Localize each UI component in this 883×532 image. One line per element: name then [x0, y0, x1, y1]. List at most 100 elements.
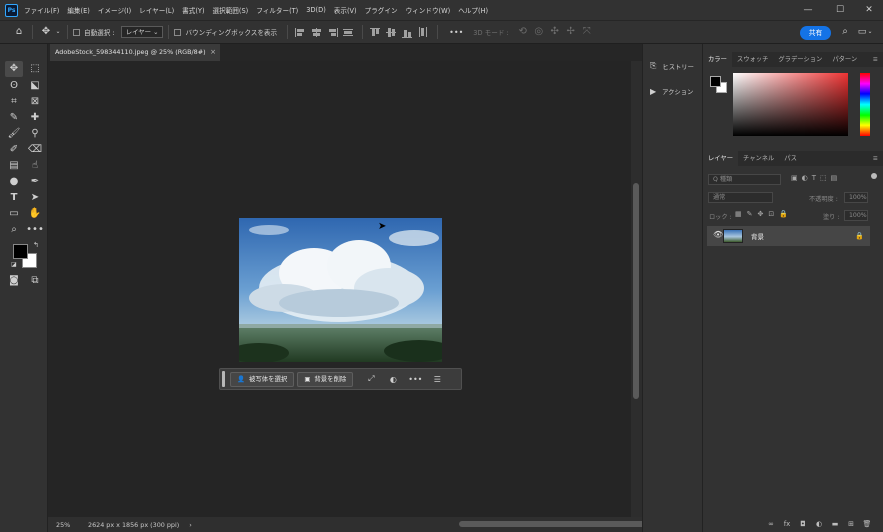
tab-swatches[interactable]: スウォッチ	[732, 52, 773, 67]
stamp-tool-icon[interactable]: ⚲	[26, 126, 44, 142]
home-icon[interactable]: ⌂	[11, 24, 27, 40]
new-layer-icon[interactable]: ⊞	[843, 520, 859, 528]
visibility-eye-icon[interactable]: 👁	[713, 230, 723, 239]
link-layers-icon[interactable]: ∞	[763, 520, 779, 528]
layer-style-icon[interactable]: fx	[779, 520, 795, 528]
type-tool-icon[interactable]: T	[5, 190, 23, 206]
swap-colors-icon[interactable]: ↰	[33, 241, 39, 249]
tab-layers[interactable]: レイヤー	[703, 151, 738, 166]
align-center-h-icon[interactable]	[309, 25, 323, 39]
color-field[interactable]	[733, 73, 848, 136]
align-right-icon[interactable]	[325, 25, 339, 39]
object-selection-icon[interactable]: ⬕	[26, 78, 44, 94]
menu-view[interactable]: 表示(V)	[334, 5, 357, 15]
adjustment-layer-icon[interactable]: ◐	[811, 520, 827, 528]
more-tools-icon[interactable]: •••	[26, 222, 44, 238]
tab-gradients[interactable]: グラデーション	[773, 52, 827, 67]
pen-tool-icon[interactable]: ✒	[26, 174, 44, 190]
marquee-tool-icon[interactable]: ⬚	[26, 61, 44, 77]
filter-toggle[interactable]	[871, 173, 877, 179]
frame-tool-icon[interactable]: ⊠	[26, 94, 44, 110]
chevron-down-icon[interactable]: ⌄	[54, 24, 62, 40]
zoom-level[interactable]: 25%	[56, 521, 88, 529]
3d-rotate-icon[interactable]: ⟲	[515, 24, 531, 40]
3d-scale-icon[interactable]: ⤧	[579, 24, 595, 40]
menu-layer[interactable]: レイヤー(L)	[139, 5, 174, 15]
menu-help[interactable]: ヘルプ(H)	[458, 5, 488, 15]
move-tool-icon[interactable]: ✥	[5, 61, 23, 77]
minimize-button[interactable]: —	[794, 0, 822, 20]
zoom-tool-icon[interactable]: ⌕	[5, 222, 23, 238]
path-selection-icon[interactable]: ➤	[26, 190, 44, 206]
hue-slider[interactable]	[860, 73, 870, 136]
move-tool-icon[interactable]: ✥	[38, 24, 54, 40]
lasso-tool-icon[interactable]: ʘ	[5, 78, 23, 94]
search-icon[interactable]: ⌕	[837, 24, 853, 40]
blend-mode-select[interactable]: 通常	[708, 192, 773, 203]
transform-icon[interactable]: ⤢	[363, 374, 379, 384]
layer-kind-filter[interactable]: Q 種類	[708, 174, 781, 185]
quick-mask-icon[interactable]: ◙	[5, 273, 23, 289]
select-subject-button[interactable]: 👤 被写体を選択	[230, 371, 295, 387]
actions-panel-button[interactable]: ▶ アクション	[643, 79, 703, 103]
distribute-icon[interactable]	[341, 25, 355, 39]
remove-background-button[interactable]: ▣ 背景を削除	[297, 371, 354, 387]
chevron-down-icon[interactable]: ⌄	[866, 24, 874, 40]
default-colors-icon[interactable]: ◪	[11, 261, 17, 268]
menu-window[interactable]: ウィンドウ(W)	[406, 5, 451, 15]
lock-icons[interactable]: ▦✎✥⊡🔒	[735, 210, 793, 218]
crop-tool-icon[interactable]: ⌗	[5, 94, 23, 110]
more-options-button[interactable]: •••	[407, 375, 423, 384]
scroll-thumb[interactable]	[459, 521, 656, 527]
menu-file[interactable]: ファイル(F)	[24, 5, 59, 15]
fill-field[interactable]: 100%	[844, 210, 868, 221]
menu-filter[interactable]: フィルター(T)	[256, 5, 298, 15]
delete-layer-icon[interactable]: 🗑	[859, 520, 875, 528]
close-tab-icon[interactable]: ×	[210, 44, 216, 61]
document-image[interactable]	[239, 218, 442, 362]
brush-tool-icon[interactable]: 🖌	[5, 126, 23, 142]
scroll-thumb[interactable]	[633, 183, 639, 399]
menu-3d[interactable]: 3D(D)	[306, 6, 326, 14]
status-menu-arrow[interactable]: ›	[189, 521, 192, 529]
layer-filter-icons[interactable]: ▣◐T⬚▤	[791, 174, 841, 182]
panel-menu-icon[interactable]: ≡	[868, 151, 883, 166]
3d-roll-icon[interactable]: ◎	[531, 24, 547, 40]
share-button[interactable]: 共有	[800, 26, 831, 40]
foreground-color-swatch[interactable]	[13, 244, 28, 259]
dodge-tool-icon[interactable]: ●	[5, 174, 23, 190]
settings-sliders-icon[interactable]: ☰	[429, 375, 445, 384]
horizontal-scrollbar[interactable]	[194, 517, 656, 532]
menu-type[interactable]: 書式(Y)	[182, 5, 204, 15]
drag-handle[interactable]	[222, 371, 225, 387]
maximize-button[interactable]: ☐	[826, 0, 854, 20]
3d-slide-icon[interactable]: ✢	[563, 24, 579, 40]
eraser-tool-icon[interactable]: ⌫	[26, 142, 44, 158]
panel-menu-icon[interactable]: ≡	[868, 52, 883, 67]
tab-patterns[interactable]: パターン	[827, 52, 862, 67]
close-button[interactable]: ✕	[855, 0, 883, 20]
align-bottom-icon[interactable]	[400, 25, 414, 39]
layer-row[interactable]: 👁 背景 🔒	[707, 226, 870, 246]
eyedropper-icon[interactable]: ✎	[5, 110, 23, 126]
menu-edit[interactable]: 編集(E)	[67, 5, 90, 15]
tab-channels[interactable]: チャンネル	[738, 151, 779, 166]
menu-plugins[interactable]: プラグイン	[365, 5, 398, 15]
align-left-icon[interactable]	[293, 25, 307, 39]
screen-mode-icon[interactable]: ⧉	[26, 273, 44, 289]
opacity-field[interactable]: 100%	[844, 192, 868, 203]
bounding-box-checkbox[interactable]	[174, 28, 182, 36]
auto-select-dropdown[interactable]: レイヤー ⌄	[120, 26, 164, 38]
3d-pan-icon[interactable]: ✣	[547, 24, 563, 40]
document-tab[interactable]: AdobeStock_598344110.jpeg @ 25% (RGB/8#)…	[50, 44, 220, 61]
align-middle-v-icon[interactable]	[384, 25, 398, 39]
lock-icon[interactable]: 🔒	[855, 232, 864, 240]
auto-select-checkbox[interactable]	[73, 28, 80, 36]
healing-brush-icon[interactable]: ✚	[26, 110, 44, 126]
add-mask-icon[interactable]: ◘	[795, 520, 811, 528]
adjustment-icon[interactable]: ◐	[385, 375, 401, 384]
tab-paths[interactable]: パス	[779, 151, 802, 166]
tab-color[interactable]: カラー	[703, 52, 732, 67]
gradient-tool-icon[interactable]: ▤	[5, 158, 23, 174]
new-group-icon[interactable]: ▬	[827, 520, 843, 528]
